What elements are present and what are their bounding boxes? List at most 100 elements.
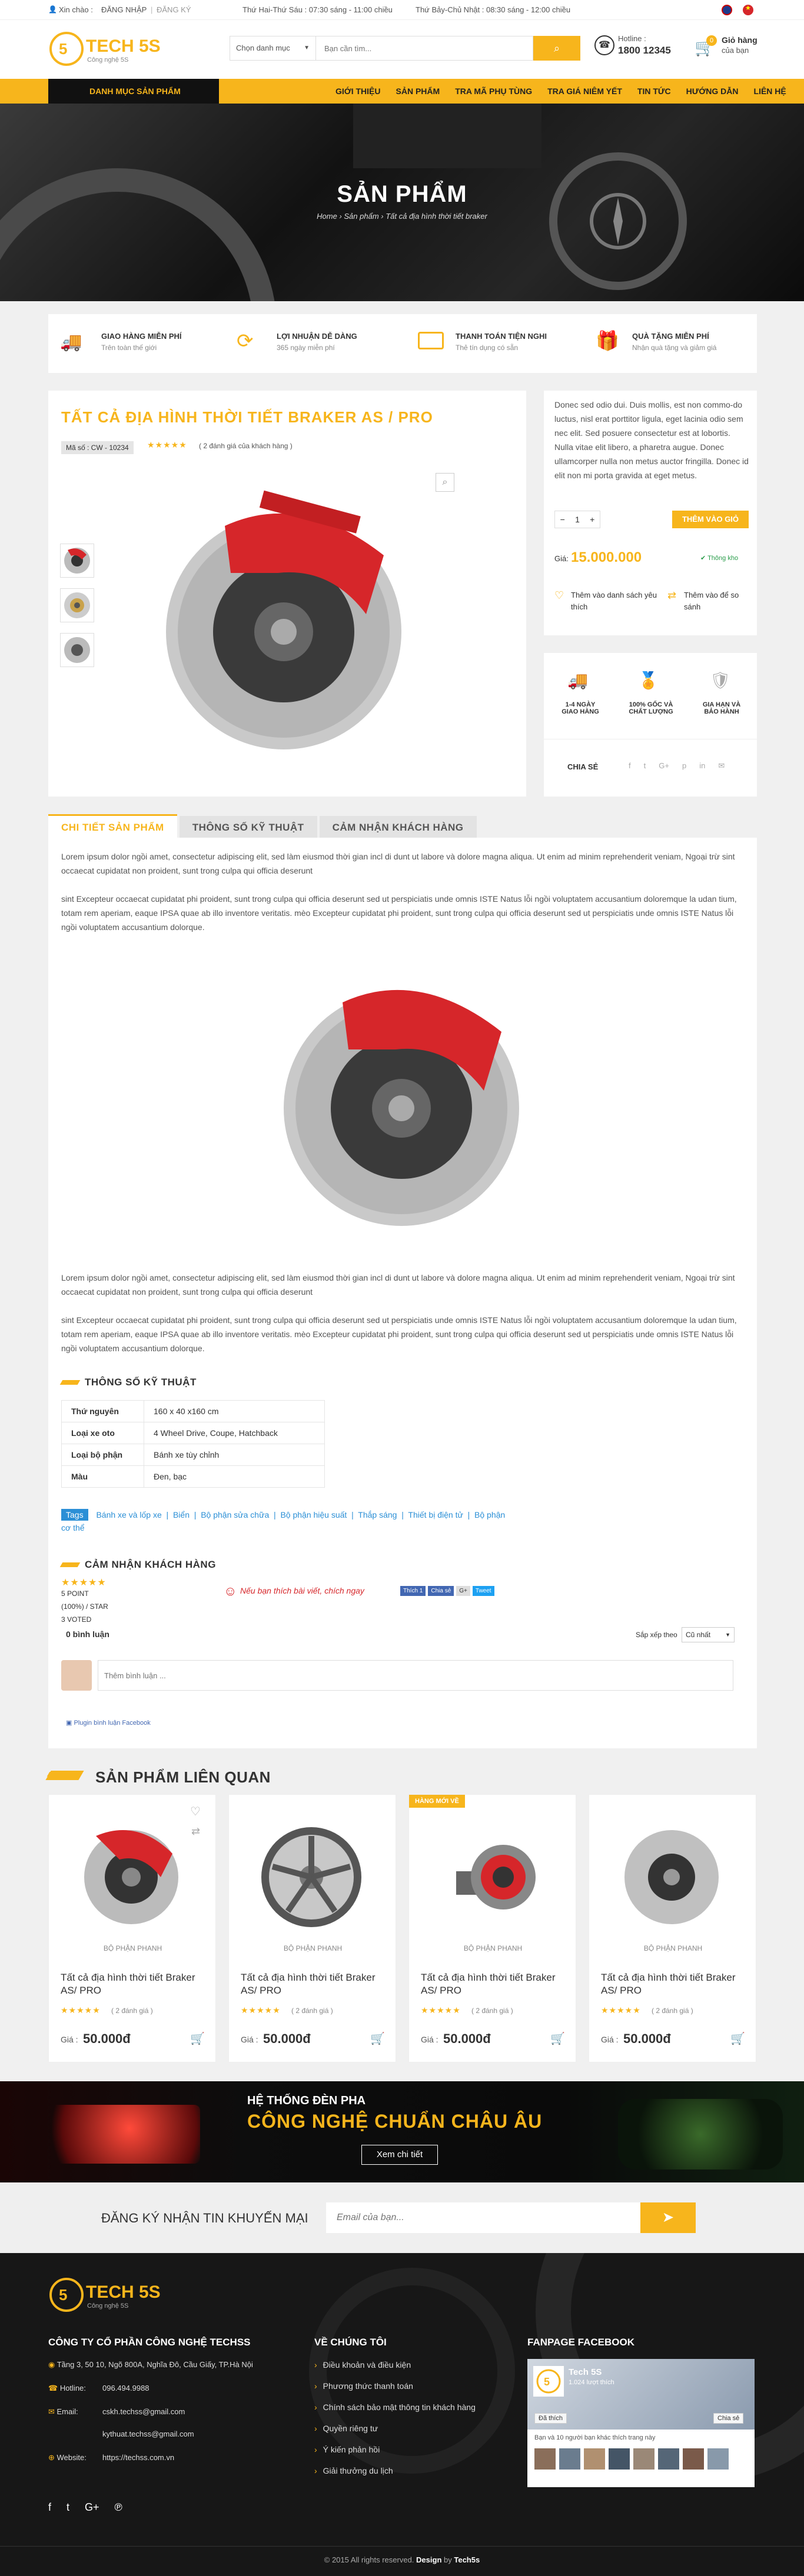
- google-plus-button[interactable]: G+: [456, 1586, 470, 1596]
- heart-icon[interactable]: ♡: [190, 1804, 201, 1819]
- cart-icon[interactable]: 🛒: [370, 2031, 385, 2046]
- footer-link[interactable]: Ý kiến phản hồi: [314, 2445, 476, 2454]
- fb-share-button[interactable]: Chia sẻ: [713, 2413, 744, 2424]
- category-select[interactable]: Chọn danh mục ▼: [230, 36, 315, 61]
- english-flag-icon[interactable]: [722, 5, 732, 15]
- sort-select[interactable]: Cũ nhất ▼: [682, 1627, 735, 1642]
- tab-thong-so[interactable]: THÔNG SỐ KỸ THUẬT: [179, 816, 317, 839]
- pinterest-icon[interactable]: ℗: [115, 2501, 122, 2514]
- vietnam-flag-icon[interactable]: ★: [743, 5, 753, 15]
- fb-like-button[interactable]: Thích 1: [400, 1586, 426, 1596]
- cart-icon[interactable]: 🛒: [550, 2031, 565, 2046]
- product-card[interactable]: BỘ PHẬN PHANH Tất cả địa hình thời tiết …: [228, 1794, 396, 2062]
- product-price: 50.000đ: [623, 2031, 671, 2046]
- product-card[interactable]: HÀNG MỚI VỀ BỘ PHẬN PHANH Tất cả địa hìn…: [408, 1794, 576, 2062]
- nav-item-tin-tuc[interactable]: TIN TỨC: [637, 79, 671, 104]
- rating-text[interactable]: ( 2 đánh giá của khách hàng ): [199, 442, 293, 450]
- footer-email[interactable]: cskh.techss@gmail.com: [102, 2407, 185, 2416]
- fb-page-name[interactable]: Tech 5S: [569, 2367, 602, 2377]
- hotline-number[interactable]: 1800 12345: [618, 45, 671, 56]
- category-menu-button[interactable]: DANH MỤC SẢN PHẨM: [48, 79, 219, 104]
- tag-link[interactable]: Thắp sáng: [358, 1510, 397, 1519]
- footer-email[interactable]: kythuat.techss@gmail.com: [102, 2430, 194, 2438]
- nav-item-san-pham[interactable]: SẢN PHẨM: [396, 79, 440, 104]
- tweet-button[interactable]: Tweet: [472, 1586, 494, 1596]
- tag-link[interactable]: Thiết bị điện tử: [408, 1510, 463, 1519]
- product-card[interactable]: ♡ ⇄ BỘ PHẬN PHANH Tất cả địa hình thời t…: [48, 1794, 216, 2062]
- nav-item-tra-ma[interactable]: TRA MÃ PHỤ TÙNG: [455, 79, 532, 104]
- review-stars[interactable]: ★★★★★: [61, 1577, 107, 1588]
- nav-item-lien-he[interactable]: LIÊN HỆ: [754, 79, 786, 104]
- login-link[interactable]: ĐĂNG NHẬP: [101, 5, 147, 14]
- tag-link[interactable]: Bộ phận hiệu suất: [280, 1510, 347, 1519]
- compare-icon[interactable]: ⇄: [667, 589, 676, 602]
- category-menu-label: DANH MỤC SẢN PHẨM: [89, 86, 181, 96]
- footer-link[interactable]: Quyền riêng tư: [314, 2424, 476, 2433]
- twitter-icon[interactable]: t: [644, 761, 646, 771]
- minus-icon[interactable]: −: [560, 511, 565, 528]
- heart-icon[interactable]: ♡: [554, 589, 564, 602]
- search-input[interactable]: [315, 36, 533, 61]
- spec-key: Màu: [61, 1465, 144, 1488]
- google-plus-icon[interactable]: G+: [85, 2501, 99, 2514]
- tag-link[interactable]: Biển: [173, 1510, 190, 1519]
- search-button[interactable]: ⌕: [533, 36, 580, 61]
- wishlist-link[interactable]: Thêm vào danh sách yêu thích: [571, 589, 659, 613]
- quantity-value[interactable]: 1: [575, 511, 580, 528]
- google-plus-icon[interactable]: G+: [659, 761, 669, 771]
- product-name[interactable]: Tất cả địa hình thời tiết Braker AS/ PRO: [241, 1971, 388, 1997]
- cart-icon[interactable]: 🛒: [730, 2031, 745, 2046]
- breadcrumb-home[interactable]: Home: [317, 212, 337, 221]
- thumbnail[interactable]: [60, 633, 94, 667]
- breadcrumb-products[interactable]: Sản phẩm: [344, 212, 378, 221]
- thumbnail[interactable]: [60, 544, 94, 578]
- design-name[interactable]: Tech5s: [454, 2555, 480, 2564]
- nav-item-gioi-thieu[interactable]: GIỚI THIỆU: [335, 79, 381, 104]
- footer-hotline[interactable]: 096.494.9988: [102, 2384, 149, 2392]
- fb-liked-button[interactable]: Đã thích: [534, 2413, 567, 2424]
- footer-link[interactable]: Chính sách bảo mật thông tin khách hàng: [314, 2402, 476, 2412]
- mail-icon[interactable]: ✉: [718, 761, 725, 771]
- facebook-icon[interactable]: f: [629, 761, 631, 771]
- footer-link[interactable]: Phương thức thanh toán: [314, 2381, 476, 2391]
- footer-logo[interactable]: 5 TECH 5S Công nghệ 5S: [48, 2277, 166, 2313]
- linkedin-icon[interactable]: in: [699, 761, 705, 771]
- footer-website[interactable]: https://techss.com.vn: [102, 2453, 174, 2462]
- compare-link[interactable]: Thêm vào để so sánh: [684, 589, 749, 613]
- compare-icon[interactable]: ⇄: [191, 1825, 200, 1838]
- footer-link[interactable]: Giải thưởng du lịch: [314, 2466, 476, 2475]
- tab-cam-nhan[interactable]: CẢM NHẬN KHÁCH HÀNG: [319, 816, 477, 839]
- register-link[interactable]: ĐĂNG KÝ: [157, 5, 191, 14]
- logo[interactable]: 5 TECH 5S Công nghệ 5S: [48, 31, 166, 67]
- cart-label[interactable]: Giỏ hàng: [722, 35, 758, 45]
- nav-item-tra-gia[interactable]: TRA GIÁ NIÊM YẾT: [547, 79, 622, 104]
- product-name[interactable]: Tất cả địa hình thời tiết Braker AS/ PRO: [421, 1971, 568, 1997]
- fb-comment-plugin[interactable]: ▣ Plugin bình luận Facebook: [66, 1719, 151, 1727]
- product-name[interactable]: Tất cả địa hình thời tiết Braker AS/ PRO: [601, 1971, 748, 1997]
- product-name[interactable]: Tất cả địa hình thời tiết Braker AS/ PRO: [61, 1971, 208, 1997]
- add-to-cart-button[interactable]: THÊM VÀO GIỎ HÀNG: [672, 511, 749, 541]
- comment-input[interactable]: [98, 1660, 733, 1691]
- tag-link[interactable]: Bánh xe và lốp xe: [96, 1510, 161, 1519]
- footer-link[interactable]: Điều khoản và điều kiện: [314, 2360, 476, 2370]
- facebook-icon[interactable]: f: [48, 2501, 51, 2514]
- plus-icon[interactable]: +: [590, 511, 594, 528]
- newsletter-submit-button[interactable]: ➤: [640, 2202, 696, 2233]
- banner-detail-button[interactable]: Xem chi tiết: [361, 2145, 438, 2165]
- twitter-icon[interactable]: t: [67, 2501, 69, 2514]
- zoom-icon[interactable]: ⌕: [436, 473, 454, 492]
- quantity-stepper[interactable]: −1 +: [554, 511, 600, 528]
- cart-icon[interactable]: 🛒: [190, 2031, 205, 2046]
- tag-link[interactable]: Bộ phận sửa chữa: [201, 1510, 269, 1519]
- fb-page-widget[interactable]: 5 Tech 5S 1.024 lượt thích Đã thích Chia…: [527, 2359, 755, 2487]
- tab-chi-tiet[interactable]: CHI TIẾT SẢN PHẨM: [48, 814, 177, 838]
- fb-share-button[interactable]: Chia sẻ: [428, 1586, 454, 1596]
- pinterest-icon[interactable]: p: [682, 761, 686, 771]
- globe-icon: ⊕: [48, 2453, 57, 2462]
- thumbnail[interactable]: [60, 588, 94, 622]
- newsletter-email-input[interactable]: [326, 2202, 640, 2233]
- rating-stars: ★★★★★: [241, 2005, 281, 2015]
- product-card[interactable]: BỘ PHẬN PHANH Tất cả địa hình thời tiết …: [589, 1794, 756, 2062]
- nav-item-huong-dan[interactable]: HƯỚNG DẪN: [686, 79, 739, 104]
- product-description: Donec sed odio dui. Duis mollis, est non…: [554, 400, 749, 480]
